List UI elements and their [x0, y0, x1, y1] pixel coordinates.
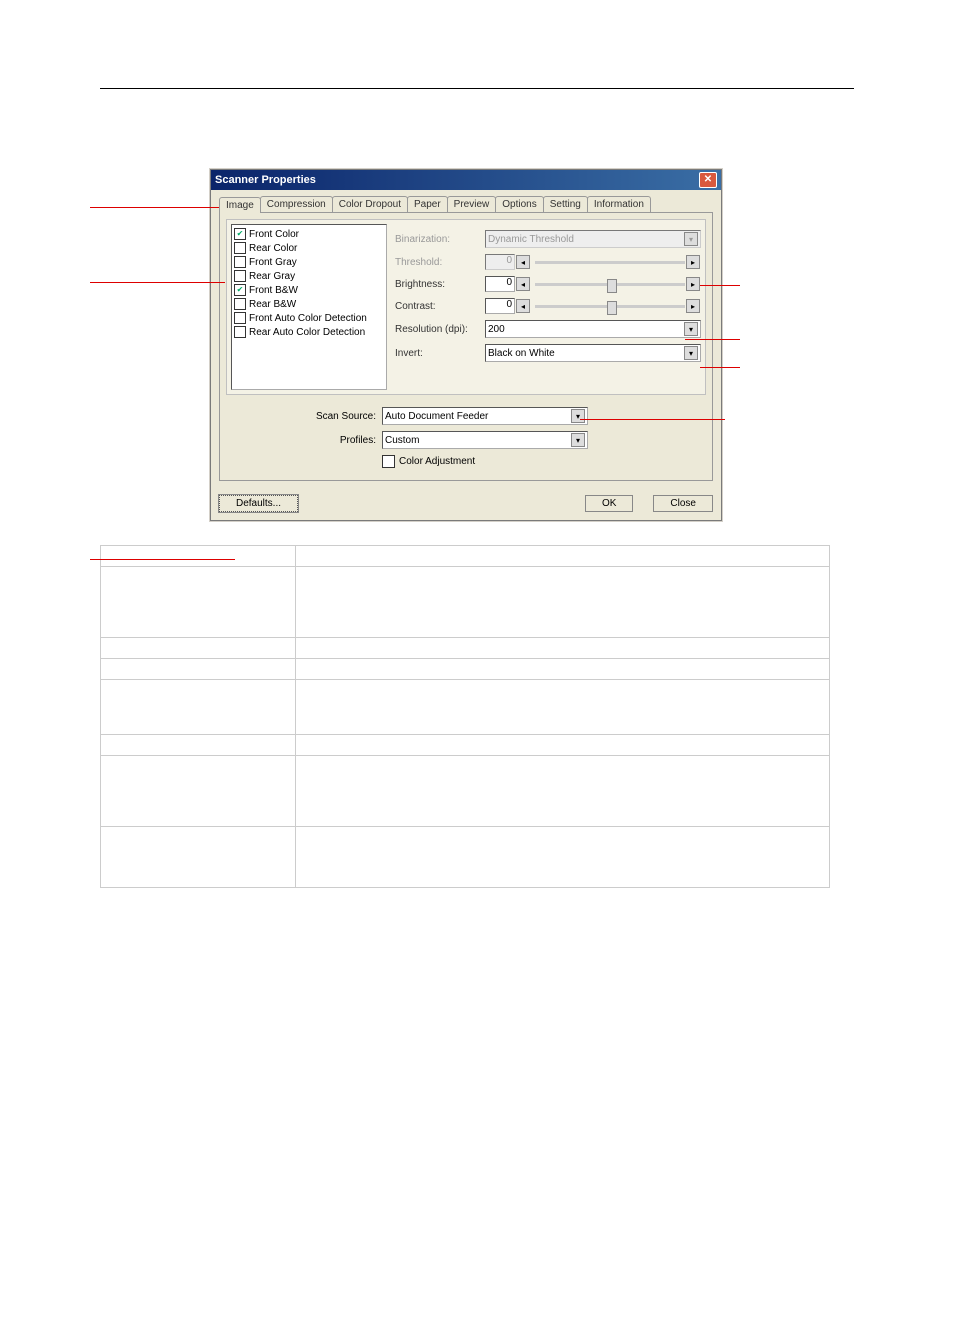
threshold-value: 0: [485, 254, 515, 270]
invert-label: Invert:: [395, 348, 485, 359]
scan-source-dropdown[interactable]: Auto Document Feeder ▾: [382, 407, 588, 425]
tab-paper[interactable]: Paper: [407, 196, 448, 212]
binarization-dropdown: Dynamic Threshold ▾: [485, 230, 701, 248]
arrow-right-icon[interactable]: ▸: [686, 299, 700, 313]
table-row: [101, 546, 830, 567]
scan-source-label: Scan Source:: [226, 411, 382, 422]
checkbox-icon[interactable]: [234, 228, 246, 240]
tab-information[interactable]: Information: [587, 196, 651, 212]
table-row: [101, 735, 830, 756]
table-row: [101, 756, 830, 827]
tab-preview[interactable]: Preview: [447, 196, 497, 212]
top-rule: [100, 88, 854, 89]
brightness-label: Brightness:: [395, 279, 485, 290]
list-item[interactable]: Rear Color: [234, 241, 384, 255]
callout-line: [700, 285, 740, 286]
profiles-dropdown[interactable]: Custom ▾: [382, 431, 588, 449]
settings-panel: Binarization: Dynamic Threshold ▾ Thresh…: [395, 224, 701, 390]
resolution-label: Resolution (dpi):: [395, 324, 485, 335]
arrow-left-icon[interactable]: ◂: [516, 277, 530, 291]
threshold-slider: [535, 261, 685, 264]
checkbox-icon[interactable]: [234, 256, 246, 268]
callout-line: [90, 282, 225, 283]
contrast-slider[interactable]: [535, 305, 685, 308]
checkbox-icon[interactable]: [234, 298, 246, 310]
chevron-down-icon[interactable]: ▾: [684, 346, 698, 360]
chevron-down-icon[interactable]: ▾: [571, 409, 585, 423]
list-item[interactable]: Rear Auto Color Detection: [234, 325, 384, 339]
table-row: [101, 827, 830, 888]
binarization-label: Binarization:: [395, 234, 485, 245]
close-icon[interactable]: ✕: [699, 172, 717, 188]
callout-line: [90, 207, 225, 208]
chevron-down-icon: ▾: [684, 232, 698, 246]
chevron-down-icon[interactable]: ▾: [684, 322, 698, 336]
arrow-left-icon: ◂: [516, 255, 530, 269]
tab-options[interactable]: Options: [495, 196, 543, 212]
checkbox-icon[interactable]: [234, 312, 246, 324]
callout-line: [700, 367, 740, 368]
close-button[interactable]: Close: [653, 495, 713, 512]
list-item[interactable]: Front B&W: [234, 283, 384, 297]
resolution-dropdown[interactable]: 200 ▾: [485, 320, 701, 338]
table-row: [101, 659, 830, 680]
table-row: [101, 567, 830, 638]
checkbox-icon[interactable]: [234, 242, 246, 254]
image-selection-list[interactable]: Front Color Rear Color Front Gray Rear G…: [231, 224, 387, 390]
scanner-properties-dialog: Scanner Properties ✕ Image Compression C…: [210, 169, 722, 521]
ok-button[interactable]: OK: [585, 495, 633, 512]
list-item[interactable]: Rear B&W: [234, 297, 384, 311]
list-item[interactable]: Front Color: [234, 227, 384, 241]
arrow-right-icon[interactable]: ▸: [686, 277, 700, 291]
contrast-label: Contrast:: [395, 301, 485, 312]
checkbox-icon[interactable]: [234, 284, 246, 296]
color-adjustment-label: Color Adjustment: [399, 456, 475, 467]
brightness-slider[interactable]: [535, 283, 685, 286]
tab-setting[interactable]: Setting: [543, 196, 588, 212]
callout-line: [580, 419, 725, 420]
chevron-down-icon[interactable]: ▾: [571, 433, 585, 447]
description-table: [100, 545, 830, 888]
tab-body: Front Color Rear Color Front Gray Rear G…: [219, 212, 713, 481]
brightness-value[interactable]: 0: [485, 276, 515, 292]
table-row: [101, 680, 830, 735]
arrow-right-icon: ▸: [686, 255, 700, 269]
invert-dropdown[interactable]: Black on White ▾: [485, 344, 701, 362]
color-adjustment-checkbox[interactable]: [382, 455, 395, 468]
checkbox-icon[interactable]: [234, 326, 246, 338]
window-title: Scanner Properties: [215, 174, 316, 186]
list-item[interactable]: Rear Gray: [234, 269, 384, 283]
tab-strip: Image Compression Color Dropout Paper Pr…: [211, 190, 721, 212]
callout-line: [685, 339, 740, 340]
profiles-label: Profiles:: [226, 435, 382, 446]
table-row: [101, 638, 830, 659]
tab-image[interactable]: Image: [219, 197, 261, 213]
callout-line: [90, 559, 235, 560]
checkbox-icon[interactable]: [234, 270, 246, 282]
arrow-left-icon[interactable]: ◂: [516, 299, 530, 313]
list-item[interactable]: Front Auto Color Detection: [234, 311, 384, 325]
tab-compression[interactable]: Compression: [260, 196, 333, 212]
defaults-button[interactable]: Defaults...: [219, 495, 298, 512]
threshold-label: Threshold:: [395, 257, 485, 268]
tab-color-dropout[interactable]: Color Dropout: [332, 196, 408, 212]
contrast-value[interactable]: 0: [485, 298, 515, 314]
list-item[interactable]: Front Gray: [234, 255, 384, 269]
titlebar: Scanner Properties ✕: [211, 170, 721, 190]
